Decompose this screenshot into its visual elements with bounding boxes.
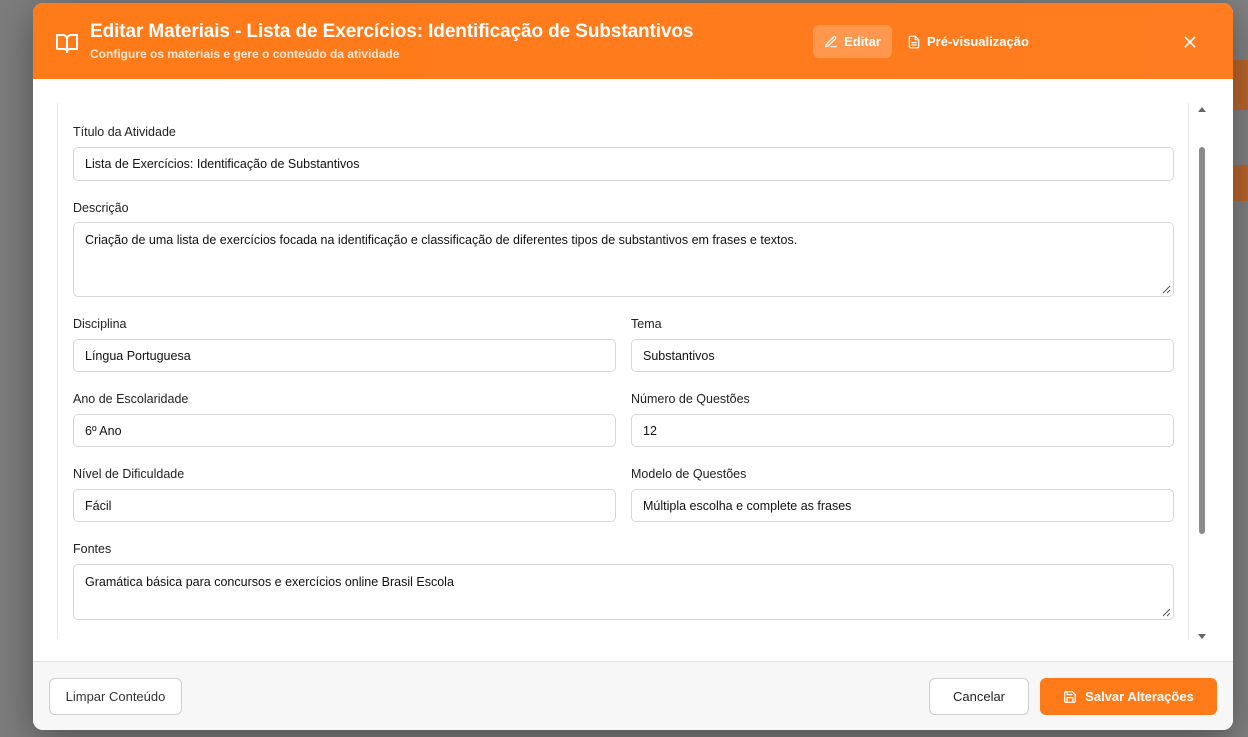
grade-input[interactable]: 6º Ano xyxy=(73,414,616,447)
dialog-header: Editar Materiais - Lista de Exercícios: … xyxy=(33,3,1233,79)
tab-preview[interactable]: Pré-visualização xyxy=(903,25,1033,58)
theme-value: Substantivos xyxy=(643,348,715,363)
question-model-input[interactable]: Múltipla escolha e complete as frases xyxy=(631,489,1174,522)
description-label: Descrição xyxy=(73,201,129,215)
clear-content-label: Limpar Conteúdo xyxy=(65,689,166,704)
backdrop-accent xyxy=(1232,60,1248,110)
cancel-button[interactable]: Cancelar xyxy=(929,678,1029,715)
subject-label: Disciplina xyxy=(73,317,127,331)
subject-input[interactable]: Língua Portuguesa xyxy=(73,339,616,372)
dialog-subtitle: Configure os materiais e gere o conteúdo… xyxy=(90,47,400,61)
backdrop-accent xyxy=(1232,165,1248,201)
save-changes-button[interactable]: Salvar Alterações xyxy=(1040,678,1217,715)
dialog-title: Editar Materiais - Lista de Exercícios: … xyxy=(90,21,694,42)
sources-label: Fontes xyxy=(73,542,112,556)
question-model-label: Modelo de Questões xyxy=(631,467,747,481)
tab-preview-label: Pré-visualização xyxy=(927,34,1029,49)
difficulty-value: Fácil xyxy=(85,498,112,513)
tab-edit[interactable]: Editar xyxy=(813,25,892,58)
form-scroll-area: Título da Atividade Lista de Exercícios:… xyxy=(57,103,1189,639)
save-icon xyxy=(1064,690,1077,703)
close-button[interactable] xyxy=(1179,31,1201,53)
question-count-value: 12 xyxy=(643,423,657,438)
difficulty-input[interactable]: Fácil xyxy=(73,489,616,522)
close-icon xyxy=(1184,36,1196,48)
grade-label: Ano de Escolaridade xyxy=(73,392,189,406)
document-icon xyxy=(908,35,920,48)
vertical-scrollbar[interactable] xyxy=(1195,103,1209,643)
scrollbar-thumb[interactable] xyxy=(1199,147,1205,534)
theme-label: Tema xyxy=(631,317,662,331)
book-open-icon xyxy=(56,34,78,53)
difficulty-label: Nível de Dificuldade xyxy=(73,467,185,481)
pencil-icon xyxy=(825,35,837,47)
subject-value: Língua Portuguesa xyxy=(85,348,191,363)
sources-value: Gramática básica para concursos e exercí… xyxy=(85,575,454,589)
title-label: Título da Atividade xyxy=(73,125,176,139)
description-textarea[interactable]: Criação de uma lista de exercícios focad… xyxy=(73,222,1174,297)
save-changes-label: Salvar Alterações xyxy=(1085,689,1194,704)
title-input-value: Lista de Exercícios: Identificação de Su… xyxy=(85,157,360,171)
title-input[interactable]: Lista de Exercícios: Identificação de Su… xyxy=(73,147,1174,181)
cancel-label: Cancelar xyxy=(952,689,1006,704)
dialog-body: Título da Atividade Lista de Exercícios:… xyxy=(33,79,1233,661)
question-count-input[interactable]: 12 xyxy=(631,414,1174,447)
clear-content-button[interactable]: Limpar Conteúdo xyxy=(49,678,182,715)
edit-materials-dialog: Editar Materiais - Lista de Exercícios: … xyxy=(33,3,1233,730)
sources-textarea[interactable]: Gramática básica para concursos e exercí… xyxy=(73,564,1174,620)
resize-grip-icon[interactable] xyxy=(1162,285,1171,294)
scroll-up-arrow-icon[interactable] xyxy=(1197,105,1207,115)
dialog-footer: Limpar Conteúdo Cancelar Salvar Alteraçõ… xyxy=(33,661,1233,730)
description-value: Criação de uma lista de exercícios focad… xyxy=(85,233,798,247)
scroll-down-arrow-icon[interactable] xyxy=(1197,631,1207,641)
resize-grip-icon[interactable] xyxy=(1162,608,1171,617)
question-model-value: Múltipla escolha e complete as frases xyxy=(643,498,852,513)
grade-value: 6º Ano xyxy=(85,423,122,438)
theme-input[interactable]: Substantivos xyxy=(631,339,1174,372)
question-count-label: Número de Questões xyxy=(631,392,750,406)
tab-edit-label: Editar xyxy=(844,34,881,49)
